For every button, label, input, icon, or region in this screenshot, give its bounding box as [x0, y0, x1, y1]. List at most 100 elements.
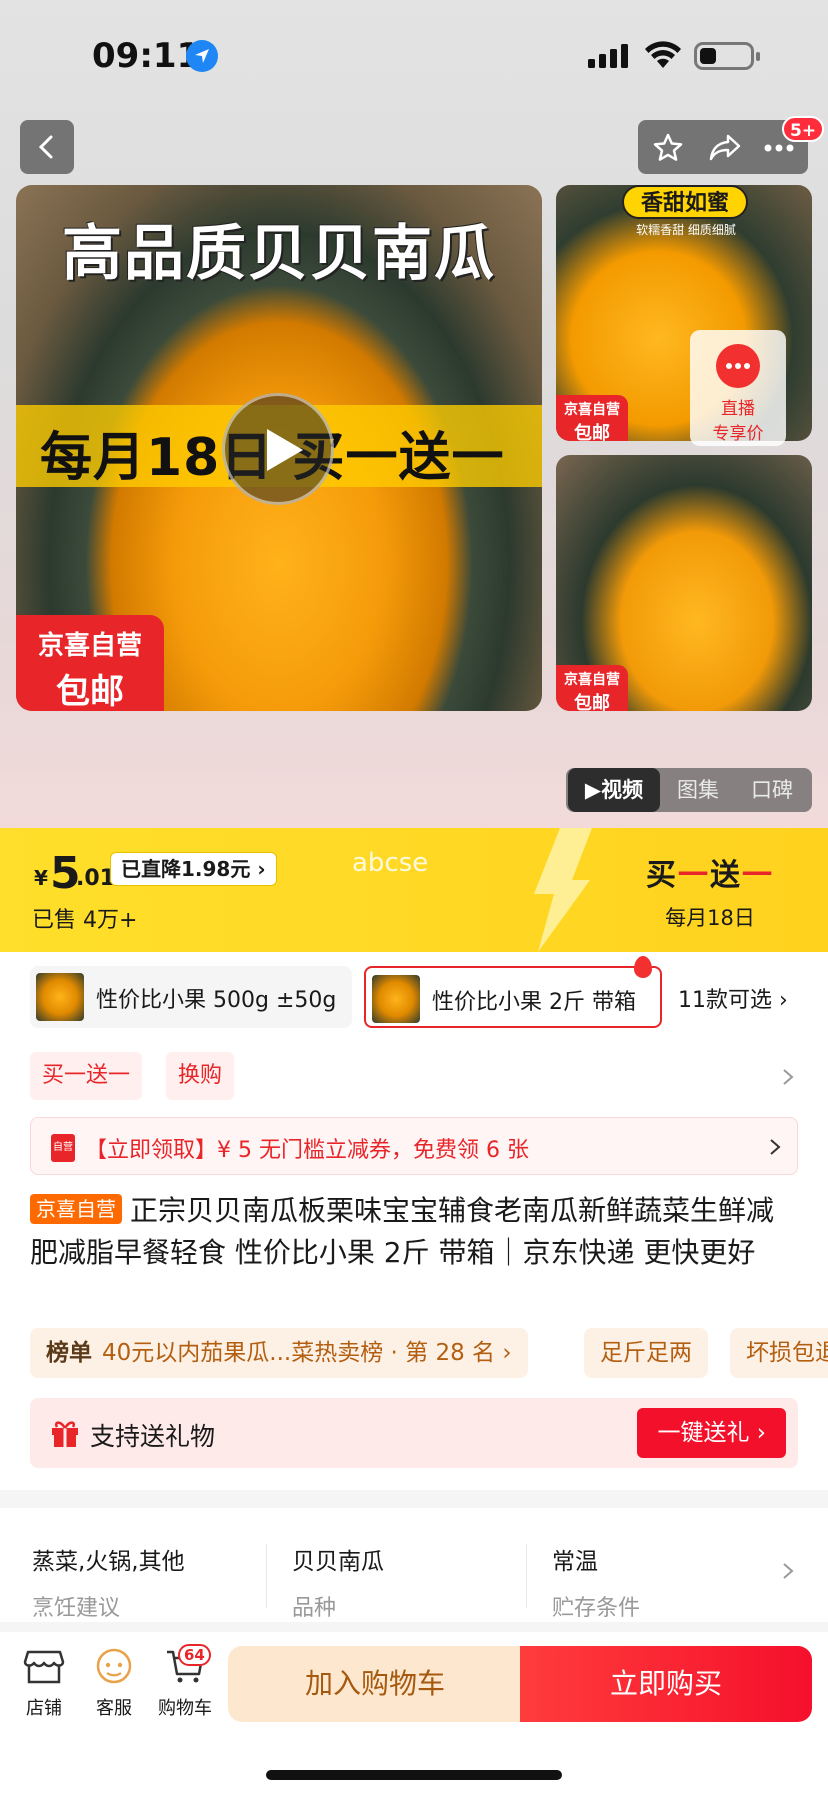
spec-storage: 常温 贮存条件 [552, 1542, 640, 1622]
variant-label: 性价比小果 500g ±50g [96, 988, 337, 1013]
product-title: 京喜自营 正宗贝贝南瓜板栗味宝宝辅食老南瓜新鲜蔬菜生鲜减肥减脂早餐轻食 性价比小果… [30, 1190, 800, 1274]
live-price-label: 专享价 [712, 424, 764, 444]
thumbnail-tag: 京喜自营 包邮 [556, 665, 628, 711]
product-title-text: 正宗贝贝南瓜板栗味宝宝辅食老南瓜新鲜蔬菜生鲜减肥减脂早餐轻食 性价比小果 2斤 … [30, 1194, 775, 1269]
send-gift-button[interactable]: 一键送礼 › [637, 1408, 786, 1458]
price-drop-button[interactable]: 已直降1.98元 › [110, 852, 277, 886]
thumbnail-tag-line-2: 包邮 [574, 423, 610, 441]
spec-row[interactable]: 蒸菜,火锅,其他 烹饪建议 贝贝南瓜 品种 常温 贮存条件 [0, 1520, 828, 1622]
promo-badge: 买一送一 每月18日 [620, 850, 800, 932]
spec-key: 烹饪建议 [32, 1596, 121, 1621]
variant-thumbnail [372, 975, 420, 1023]
chip-trade-in[interactable]: 换购 [166, 1052, 235, 1100]
spec-value: 蒸菜,火锅,其他 [32, 1549, 185, 1575]
guarantee-damage-badge[interactable]: 坏损包退 [730, 1328, 828, 1378]
spec-value: 贝贝南瓜 [292, 1549, 384, 1575]
sold-count: 已售 4万+ [32, 908, 138, 933]
add-to-cart-button[interactable]: 加入购物车 [228, 1646, 522, 1722]
spec-cooking: 蒸菜,火锅,其他 烹饪建议 [32, 1542, 185, 1622]
variant-selector: 性价比小果 500g ±50g 性价比小果 2斤 带箱 11款可选 › [0, 956, 828, 1030]
cart-label: 购物车 [158, 1698, 212, 1719]
star-icon[interactable] [652, 132, 684, 164]
service-button[interactable]: 客服 [84, 1646, 144, 1720]
shop-button[interactable]: 店铺 [14, 1646, 74, 1720]
self-operated-badge: 京喜自营 [30, 1194, 122, 1224]
thumbnail-tag-line-1: 京喜自营 [564, 402, 620, 418]
divider [526, 1544, 527, 1608]
back-button[interactable] [20, 120, 74, 174]
gift-icon [52, 1421, 78, 1447]
thumbnail-banner: 香甜如蜜 [622, 185, 748, 219]
tab-video[interactable]: ▶视频 [568, 768, 660, 812]
tab-reviews[interactable]: 口碑 [736, 768, 808, 812]
promo-chips: 买一送一 换购 [0, 1052, 828, 1100]
chevron-right-icon [770, 1139, 781, 1155]
promo-main-text: 买一送一 [646, 858, 774, 893]
chevron-right-icon[interactable] [782, 1068, 794, 1086]
guarantee-weight-badge[interactable]: 足斤足两 [584, 1328, 708, 1378]
spec-key: 品种 [292, 1596, 337, 1621]
ranking-badge[interactable]: 榜单 40元以内茄果瓜...菜热卖榜 · 第 28 名 › [30, 1328, 528, 1378]
thumbnail-tag: 京喜自营 包邮 [556, 395, 628, 441]
live-price-button[interactable]: 直播 专享价 [690, 330, 786, 446]
spec-value: 常温 [552, 1549, 598, 1575]
main-product-image[interactable]: 高品质贝贝南瓜 每月18日 买一送一 京喜自营 包邮 [16, 185, 542, 711]
thumbnail-tag-line-2: 包邮 [574, 693, 610, 711]
ranking-row: 榜单 40元以内茄果瓜...菜热卖榜 · 第 28 名 › 足斤足两 坏损包退 [0, 1328, 828, 1378]
signal-icon [588, 44, 628, 68]
shop-icon [23, 1650, 65, 1684]
media-tabs: ▶视频 图集 口碑 [566, 768, 812, 812]
image-headline: 高品质贝贝南瓜 [62, 219, 496, 289]
chevron-left-icon [38, 135, 53, 159]
location-icon [186, 40, 218, 72]
wifi-icon [645, 41, 681, 68]
share-icon[interactable] [708, 132, 742, 162]
variant-thumbnail [36, 973, 84, 1021]
watermark-text: abcse [352, 848, 429, 878]
gift-banner: 支持送礼物 一键送礼 › [30, 1398, 798, 1468]
tag-line-2: 包邮 [56, 672, 124, 711]
chevron-right-icon [783, 1563, 794, 1579]
spec-variety: 贝贝南瓜 品种 [292, 1542, 384, 1622]
live-label: 直播 [721, 399, 755, 419]
coupon-text: 【立即领取】¥ 5 无门槛立减券，免费领 6 张 [85, 1138, 529, 1163]
variant-option-selected[interactable]: 性价比小果 2斤 带箱 [364, 956, 662, 1028]
self-operated-tag: 京喜自营 包邮 [16, 615, 164, 711]
tab-gallery[interactable]: 图集 [662, 768, 734, 812]
gift-text: 支持送礼物 [90, 1422, 216, 1451]
battery-icon [694, 42, 760, 70]
bottom-action-bar: 店铺 客服 购物车 64 加入购物车 立即购买 [0, 1632, 828, 1795]
thumbnail-image-2[interactable]: 京喜自营 包邮 [556, 455, 812, 711]
price-banner: ¥ 5 .01 已直降1.98元 › 已售 4万+ abcse 买一送一 每月1… [0, 828, 828, 952]
coupon-banner[interactable]: 自营 【立即领取】¥ 5 无门槛立减券，免费领 6 张 [30, 1117, 798, 1175]
divider [266, 1544, 267, 1608]
play-button[interactable] [222, 393, 334, 505]
status-time: 09:11 [92, 36, 201, 76]
promo-date: 每月18日 [665, 906, 755, 930]
thumbnail-tag-line-1: 京喜自营 [564, 672, 620, 688]
price-currency: ¥ [34, 866, 48, 890]
variant-label: 性价比小果 2斤 带箱 [432, 990, 636, 1015]
thumbnail-subtitle: 软糯香甜 细质细腻 [636, 223, 736, 237]
shop-label: 店铺 [26, 1698, 62, 1719]
chip-buy-one-get-one[interactable]: 买一送一 [30, 1052, 143, 1100]
tag-line-1: 京喜自营 [37, 631, 142, 661]
more-icon[interactable] [764, 144, 794, 152]
buy-now-button[interactable]: 立即购买 [520, 1646, 812, 1722]
service-label: 客服 [96, 1698, 132, 1719]
play-icon [267, 429, 303, 471]
home-indicator [266, 1770, 562, 1780]
section-divider [0, 1622, 828, 1632]
variant-option[interactable]: 性价比小果 500g ±50g [30, 966, 352, 1028]
lightning-decoration [534, 828, 592, 952]
self-operated-icon: 自营 [51, 1134, 75, 1162]
spec-key: 贮存条件 [552, 1596, 641, 1621]
message-badge: 5+ [782, 116, 825, 142]
live-icon [716, 344, 760, 388]
status-bar: 09:11 [0, 0, 828, 110]
more-variants-link[interactable]: 11款可选 › [678, 982, 788, 1014]
section-divider [0, 1490, 828, 1508]
cart-count-badge: 64 [178, 1644, 211, 1666]
hot-icon [634, 956, 652, 978]
customer-service-icon [96, 1648, 132, 1684]
